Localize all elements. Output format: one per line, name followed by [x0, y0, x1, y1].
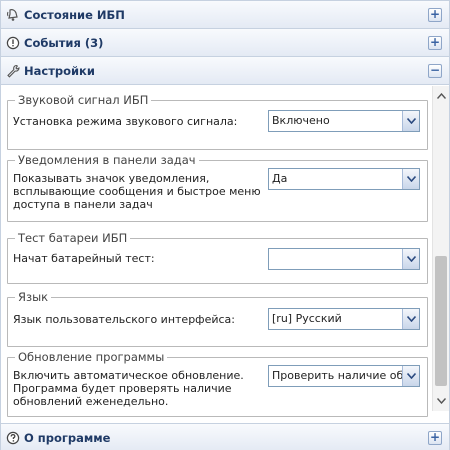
tray-label: Показывать значок уведомления, всплывающ…	[13, 172, 261, 211]
expand-button[interactable]: +	[428, 36, 442, 50]
section-title: Состояние ИБП	[24, 7, 125, 22]
sound-mode-select[interactable]: Включено	[268, 110, 420, 132]
fieldset-legend: Звуковой сигнал ИБП	[15, 93, 152, 107]
expand-button[interactable]: +	[428, 8, 442, 22]
scrollbar-thumb[interactable]	[435, 256, 447, 386]
fieldset-language: Язык Язык пользовательского интерфейса: …	[7, 290, 428, 347]
question-circle-icon	[6, 431, 20, 445]
fieldset-legend: Обновление программы	[15, 350, 168, 364]
bell-icon	[6, 8, 20, 22]
section-header-about[interactable]: О программе +	[1, 423, 449, 450]
ups-settings-panel: Состояние ИБП + События (3) + Настройки …	[0, 0, 450, 450]
fieldset-tray-notifications: Уведомления в панели задач Показывать зн…	[7, 153, 428, 222]
settings-content: Звуковой сигнал ИБП Установка режима зву…	[1, 86, 449, 423]
collapse-button[interactable]: −	[428, 64, 442, 78]
fieldset-legend: Уведомления в панели задач	[15, 153, 199, 167]
update-select[interactable]: Проверить наличие обнов	[268, 365, 420, 387]
fieldset-legend: Тест батареи ИБП	[15, 231, 131, 245]
battery-test-select[interactable]	[268, 248, 420, 270]
tray-notifications-select[interactable]: Да	[268, 168, 420, 190]
update-label: Включить автоматическое обновление. Прог…	[13, 369, 244, 408]
chevron-down-icon[interactable]	[402, 169, 419, 189]
chevron-down-icon[interactable]	[402, 111, 419, 131]
section-title: Настройки	[24, 63, 95, 78]
scroll-down-icon[interactable]	[433, 393, 449, 409]
select-value: Проверить наличие обнов	[272, 369, 420, 382]
section-title: События (3)	[24, 35, 104, 50]
fieldset-battery-test: Тест батареи ИБП Начат батарейный тест:	[7, 231, 428, 284]
select-value: [ru] Русский	[272, 312, 342, 325]
section-header-settings[interactable]: Настройки −	[1, 57, 449, 85]
fieldset-sound: Звуковой сигнал ИБП Установка режима зву…	[7, 93, 428, 150]
section-title: О программе	[24, 430, 111, 445]
vertical-scrollbar[interactable]	[432, 86, 449, 411]
select-value: Да	[272, 172, 288, 185]
wrench-icon	[6, 64, 20, 78]
fieldset-legend: Язык	[15, 290, 52, 304]
language-label: Язык пользовательского интерфейса:	[13, 313, 235, 326]
exclamation-circle-icon	[6, 36, 20, 50]
section-header-events[interactable]: События (3) +	[1, 29, 449, 57]
scroll-up-icon[interactable]	[433, 88, 449, 104]
fieldset-software-update: Обновление программы Включить автоматиче…	[7, 350, 428, 417]
language-select[interactable]: [ru] Русский	[268, 308, 420, 330]
chevron-down-icon[interactable]	[402, 309, 419, 329]
chevron-down-icon[interactable]	[402, 249, 419, 269]
expand-button[interactable]: +	[428, 431, 442, 445]
chevron-down-icon[interactable]	[402, 366, 419, 386]
battery-test-label: Начат батарейный тест:	[13, 252, 155, 265]
sound-label: Установка режима звукового сигнала:	[13, 115, 238, 128]
section-header-ups-status[interactable]: Состояние ИБП +	[1, 1, 449, 29]
select-value: Включено	[272, 114, 330, 127]
